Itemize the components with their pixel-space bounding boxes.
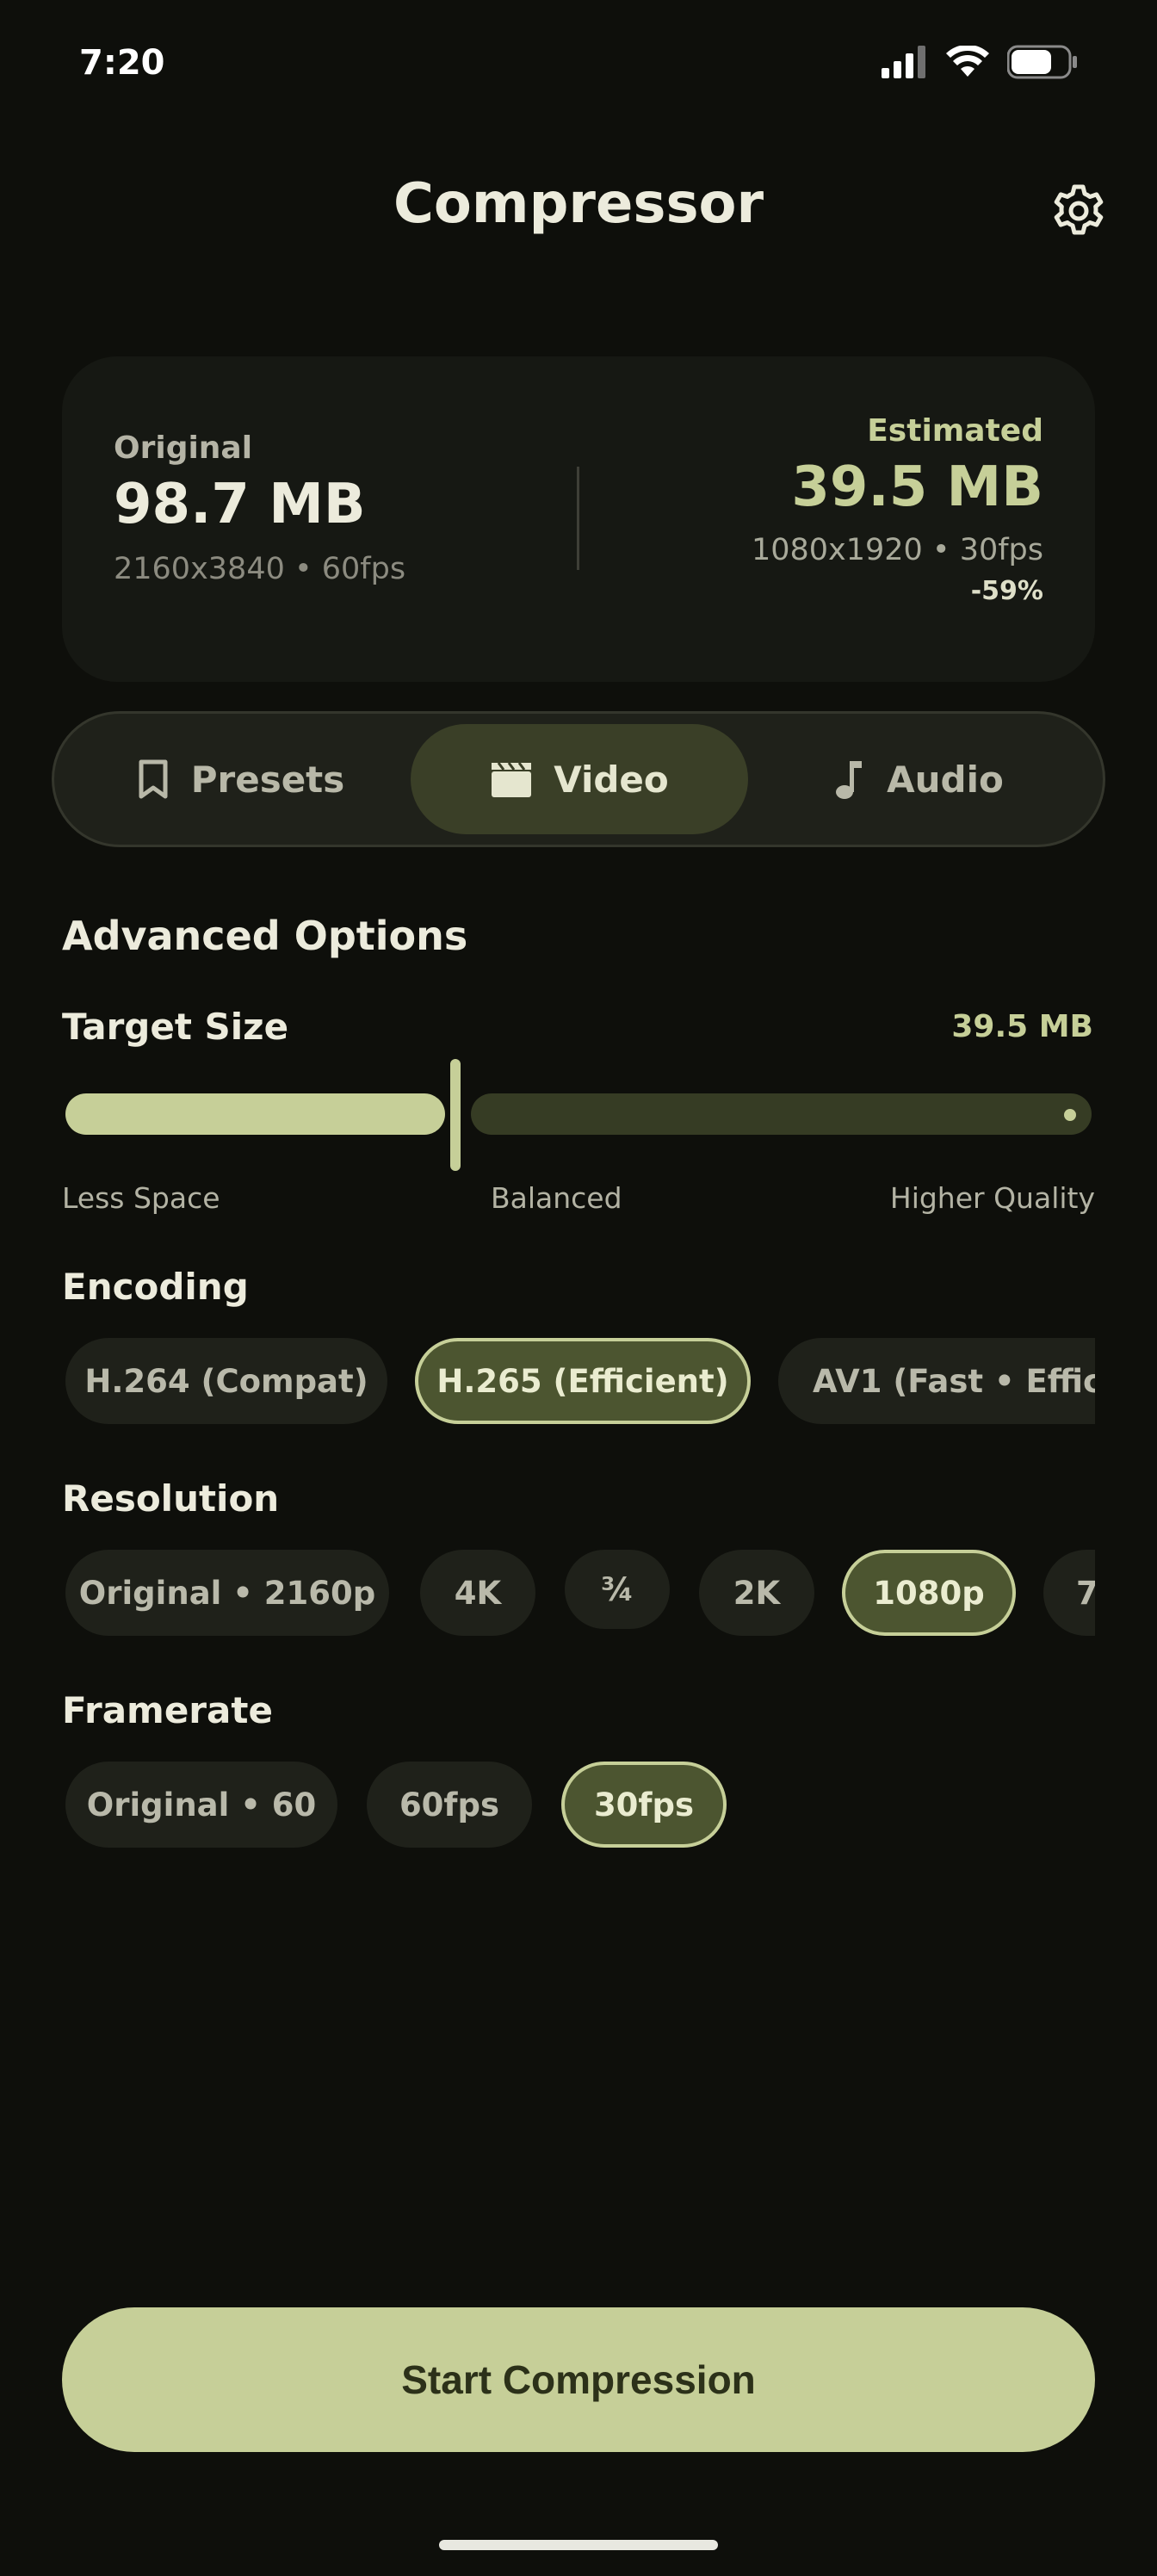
wifi-icon <box>946 46 989 77</box>
clapperboard-icon <box>492 762 532 797</box>
slider-fill <box>65 1093 445 1135</box>
status-time: 7:20 <box>79 43 165 83</box>
slider-end-dot <box>1064 1109 1076 1121</box>
resolution-options: Original • 2160p 4K ¾ 2K 1080p 720p <box>65 1546 1095 1643</box>
tab-video[interactable]: Video <box>411 724 748 834</box>
advanced-options-title: Advanced Options <box>62 913 468 959</box>
resolution-label: Resolution <box>62 1477 280 1520</box>
original-info: Original 98.7 MB 2160x3840 • 60fps <box>114 430 405 586</box>
original-meta: 2160x3840 • 60fps <box>114 552 406 586</box>
music-note-icon <box>836 761 863 799</box>
target-size-slider[interactable] <box>65 1059 1092 1171</box>
resolution-chip[interactable]: 1080p <box>842 1550 1016 1636</box>
tab-bar: Presets Video Audio <box>52 711 1105 847</box>
target-size-value: 39.5 MB <box>951 1009 1093 1044</box>
bookmark-icon <box>139 759 168 799</box>
framerate-chip[interactable]: 30fps <box>561 1762 727 1848</box>
framerate-chip[interactable]: Original • 60 <box>65 1762 337 1848</box>
resolution-chip[interactable]: Original • 2160p <box>65 1550 389 1636</box>
resolution-chip[interactable]: 720p <box>1043 1550 1095 1636</box>
slider-track[interactable] <box>471 1093 1092 1135</box>
resolution-chip[interactable]: 4K <box>420 1550 535 1636</box>
estimated-meta: 1080x1920 • 30fps <box>751 533 1043 567</box>
slider-label-mid: Balanced <box>491 1181 622 1215</box>
start-compression-button[interactable]: Start Compression <box>62 2307 1095 2452</box>
tab-presets-label: Presets <box>190 758 345 801</box>
estimated-size: 39.5 MB <box>791 455 1043 519</box>
framerate-options: Original • 60 60fps 30fps <box>65 1758 1095 1855</box>
estimated-label: Estimated <box>867 413 1043 449</box>
status-bar: 7:20 <box>0 0 1157 129</box>
tab-audio-label: Audio <box>887 758 1004 801</box>
framerate-chip[interactable]: 60fps <box>367 1762 532 1848</box>
home-indicator <box>439 2540 718 2550</box>
battery-icon <box>1007 45 1077 79</box>
framerate-label: Framerate <box>62 1689 273 1731</box>
card-divider <box>577 467 579 570</box>
tab-presets[interactable]: Presets <box>71 724 409 834</box>
encoding-label: Encoding <box>62 1266 249 1308</box>
slider-thumb[interactable] <box>450 1059 461 1171</box>
gear-icon <box>1054 184 1104 235</box>
original-size: 98.7 MB <box>114 473 366 536</box>
encoding-chip[interactable]: H.265 (Efficient) <box>415 1338 751 1424</box>
resolution-chip[interactable]: 2K <box>699 1550 814 1636</box>
encoding-options: H.264 (Compat) H.265 (Efficient) AV1 (Fa… <box>65 1334 1095 1431</box>
target-size-label: Target Size <box>62 1006 289 1048</box>
encoding-chip[interactable]: AV1 (Fast • Efficient) <box>778 1338 1095 1424</box>
status-icons <box>882 45 1078 79</box>
reduction-percent: -59% <box>970 576 1043 606</box>
original-label: Original <box>114 430 253 466</box>
tab-video-label: Video <box>554 758 669 801</box>
slider-label-min: Less Space <box>62 1181 220 1215</box>
estimated-info: Estimated 39.5 MB 1080x1920 • 30fps -59% <box>752 413 1043 606</box>
resolution-chip[interactable]: ¾ <box>565 1550 670 1629</box>
cellular-signal-icon <box>882 46 925 78</box>
slider-label-max: Higher Quality <box>889 1181 1095 1215</box>
tab-audio[interactable]: Audio <box>750 724 1087 834</box>
settings-button[interactable] <box>1049 181 1109 241</box>
page-title: Compressor <box>393 172 764 236</box>
size-summary-card: Original 98.7 MB 2160x3840 • 60fps Estim… <box>62 356 1095 682</box>
encoding-chip[interactable]: H.264 (Compat) <box>65 1338 387 1424</box>
